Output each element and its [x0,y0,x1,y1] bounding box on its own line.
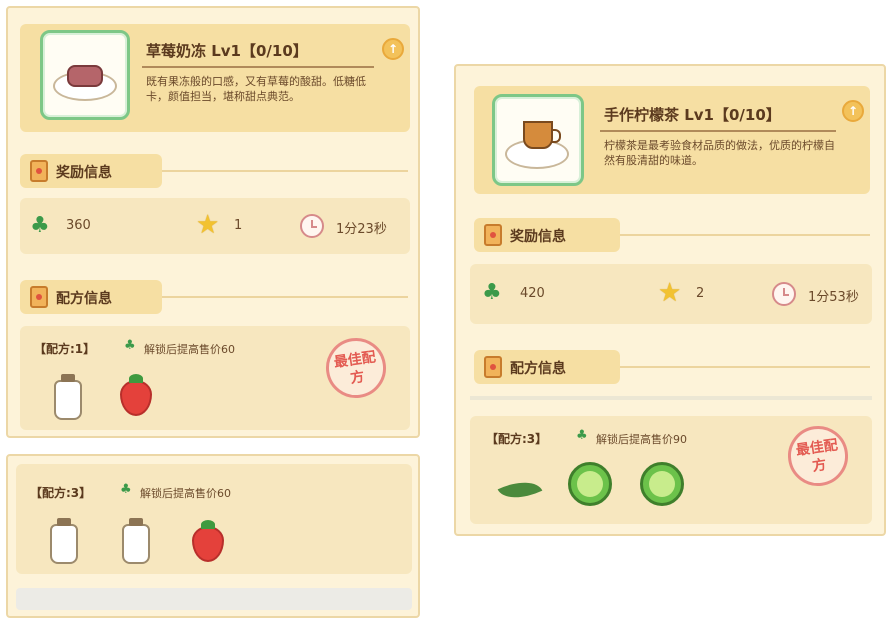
recipe-label: 【配方:3】 [30,486,92,500]
recipe-label: 【配方:3】 [486,432,548,446]
lime-icon [568,462,612,506]
tea-leaf-icon [497,472,543,508]
time-reward: 1分53秒 [808,290,859,305]
section-divider [470,396,872,400]
star-reward: 1 [234,218,243,233]
milk-bottle-icon [50,518,78,564]
strawberry-icon [120,374,152,416]
dish-title: 草莓奶冻 Lv1【0/10】 [146,42,308,60]
reward-row: ♣ 420 ★ 2 1分53秒 [470,264,872,324]
dish-header: 手作柠檬茶 Lv1【0/10】 ↑ 柠檬茶是最考验食材品质的做法，优质的柠檬自然… [474,86,870,194]
recipe-label: 【配方:1】 [34,342,96,356]
dish-description: 柠檬茶是最考验食材品质的做法，优质的柠檬自然有股清甜的味道。 [604,139,835,167]
recipe-card[interactable]: 【配方:1】 ♣ 解锁后提高售价60 最佳配方 [20,326,410,430]
section-divider [620,234,870,236]
right-dish-card: 手作柠檬茶 Lv1【0/10】 ↑ 柠檬茶是最考验食材品质的做法，优质的柠檬自然… [454,64,886,536]
recipe-section-tab: 配方信息 [474,350,620,384]
section-divider [620,366,870,368]
left-dish-card: 草莓奶冻 Lv1【0/10】 ↑ 既有果冻般的口感，又有草莓的酸甜。低糖低卡，颜… [6,6,420,438]
star-icon: ★ [196,210,220,240]
left-recipe-fragment: 【配方:3】 ♣ 解锁后提高售价60 [6,454,420,618]
reward-section-label: 奖励信息 [510,229,566,245]
recipe-section-label: 配方信息 [510,361,566,377]
scroll-placeholder-bar [16,588,412,610]
star-icon: ★ [658,278,682,308]
recipe-section-tab: 配方信息 [20,280,162,314]
clipboard-icon [484,356,502,378]
clock-icon [300,214,324,238]
clover-reward: 360 [66,218,91,233]
clover-icon: ♣ [120,482,132,497]
milk-bottle-icon [122,518,150,564]
recipe-card[interactable]: 【配方:3】 ♣ 解锁后提高售价90 最佳配方 [470,416,872,524]
clipboard-icon [30,286,48,308]
recipe-bonus: 解锁后提高售价60 [140,487,231,500]
dish-thumbnail [492,94,584,186]
dish-thumbnail [40,30,130,120]
dish-description: 既有果冻般的口感，又有草莓的酸甜。低糖低卡，颜值担当，堪称甜点典范。 [146,75,366,103]
title-divider [142,66,374,68]
section-divider [162,170,408,172]
clover-icon: ♣ [124,338,136,353]
recipe-bonus: 解锁后提高售价60 [144,343,235,356]
clock-icon [772,282,796,306]
dish-title: 手作柠檬茶 Lv1【0/10】 [604,106,781,124]
clipboard-icon [30,160,48,182]
strawberry-icon [192,520,224,562]
recipe-bonus: 解锁后提高售价90 [596,433,687,446]
section-divider [162,296,408,298]
dish-header: 草莓奶冻 Lv1【0/10】 ↑ 既有果冻般的口感，又有草莓的酸甜。低糖低卡，颜… [20,24,410,132]
clover-icon: ♣ [30,213,50,238]
clover-icon: ♣ [482,280,502,305]
best-recipe-stamp: 最佳配方 [784,422,852,490]
clipboard-icon [484,224,502,246]
reward-row: ♣ 360 ★ 1 1分23秒 [20,198,410,254]
recipe-card[interactable]: 【配方:3】 ♣ 解锁后提高售价60 [16,464,412,574]
clover-reward: 420 [520,286,545,301]
reward-section-tab: 奖励信息 [474,218,620,252]
strawberry-jelly-icon [67,65,103,87]
lemon-tea-cup-icon [523,121,561,149]
upgrade-arrow-icon[interactable]: ↑ [842,100,864,122]
star-reward: 2 [696,286,705,301]
upgrade-arrow-icon[interactable]: ↑ [382,38,404,60]
clover-icon: ♣ [576,428,588,443]
reward-section-tab: 奖励信息 [20,154,162,188]
recipe-section-label: 配方信息 [56,291,112,307]
title-divider [600,130,836,132]
best-recipe-stamp: 最佳配方 [322,334,390,402]
time-reward: 1分23秒 [336,222,387,237]
lime-icon [640,462,684,506]
reward-section-label: 奖励信息 [56,165,112,181]
milk-bottle-icon [54,374,82,420]
